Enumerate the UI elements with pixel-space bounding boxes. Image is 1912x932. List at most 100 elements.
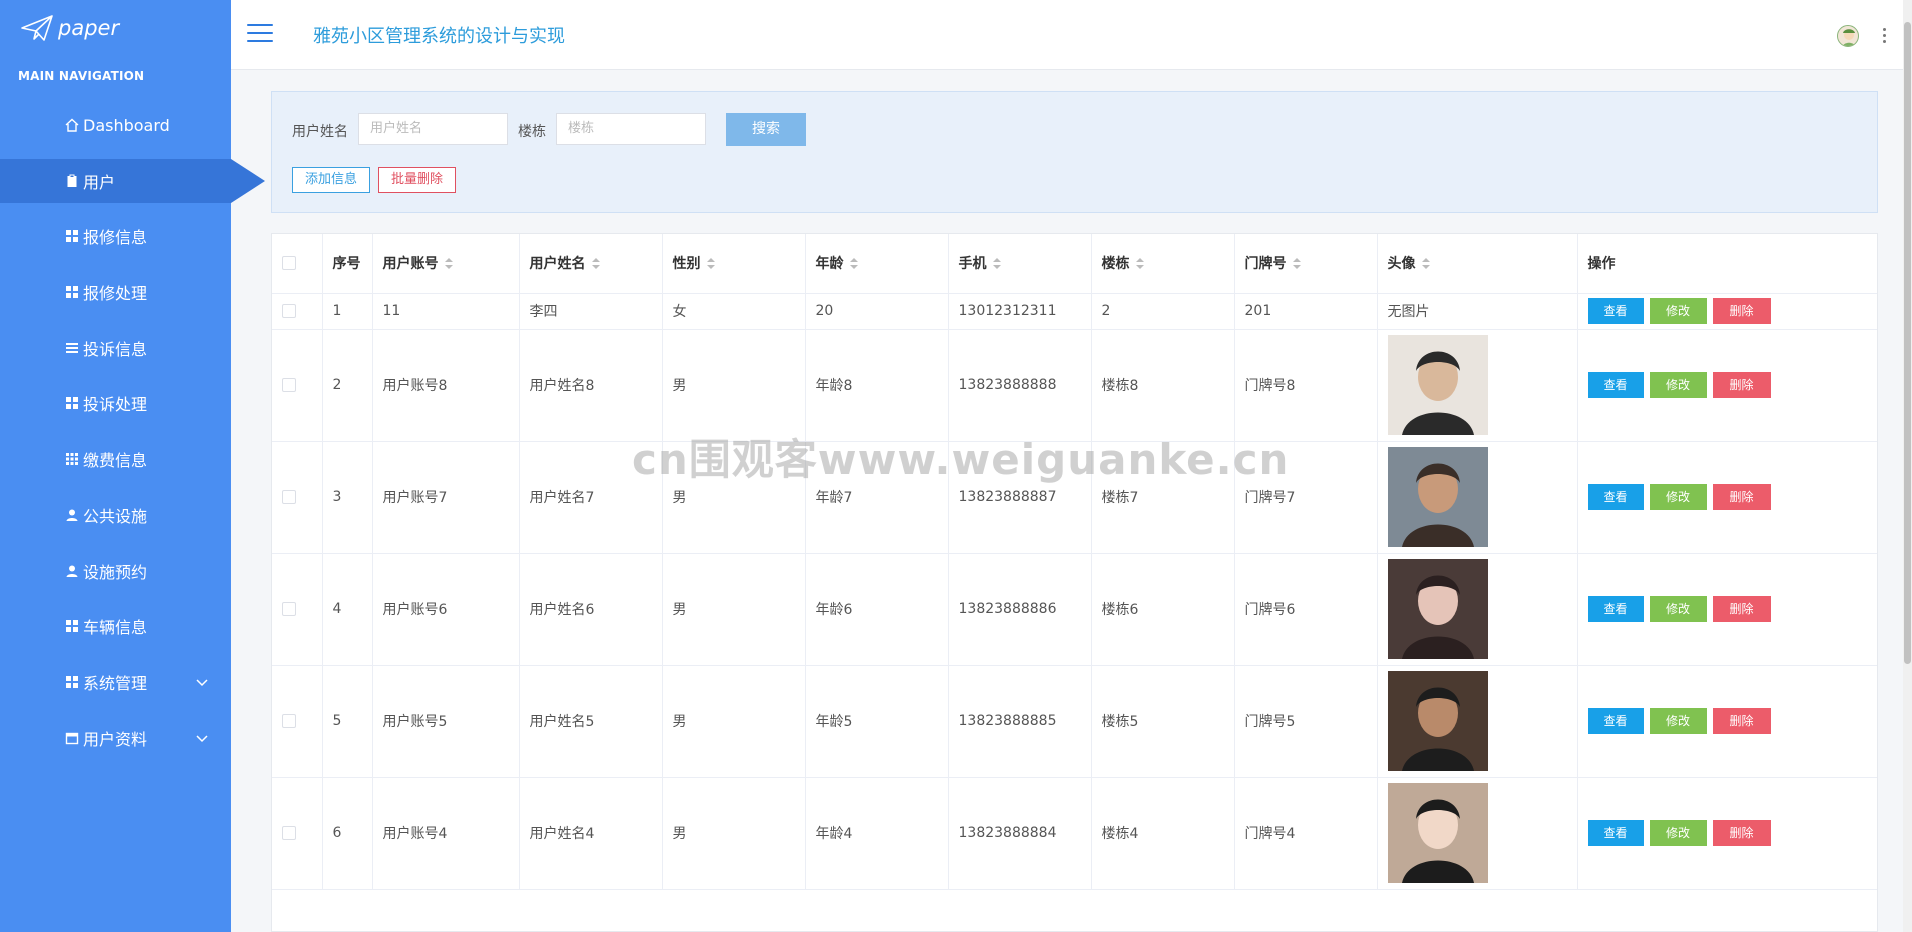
column-header: 序号 bbox=[322, 234, 373, 294]
edit-button[interactable]: 修改 bbox=[1649, 484, 1707, 510]
scrollbar-thumb[interactable] bbox=[1904, 22, 1911, 664]
view-button[interactable]: 查看 bbox=[1587, 820, 1644, 846]
avatar-photo[interactable] bbox=[1387, 447, 1488, 547]
calendar-icon bbox=[65, 731, 79, 745]
delete-button[interactable]: 删除 bbox=[1712, 372, 1771, 398]
edit-button[interactable]: 修改 bbox=[1649, 596, 1707, 622]
sidebar-item-repair-info[interactable]: 报修信息 bbox=[0, 214, 231, 258]
view-button[interactable]: 查看 bbox=[1587, 484, 1644, 510]
select-all-checkbox[interactable] bbox=[282, 256, 296, 271]
clipboard-icon bbox=[65, 174, 79, 188]
row-checkbox[interactable] bbox=[282, 602, 296, 616]
avatar-icon bbox=[1842, 29, 1856, 46]
table-cell: 用户账号7 bbox=[372, 441, 520, 554]
table-cell: 男 bbox=[662, 441, 806, 554]
sidebar-item-vehicles[interactable]: 车辆信息 bbox=[0, 604, 231, 648]
column-header[interactable]: 用户账号 bbox=[372, 234, 520, 294]
row-select-cell bbox=[272, 777, 323, 890]
grid-icon bbox=[65, 396, 79, 410]
actions-cell: 查看 修改 删除 bbox=[1577, 665, 1877, 778]
avatar-cell bbox=[1377, 777, 1578, 890]
column-header[interactable]: 用户姓名 bbox=[519, 234, 663, 294]
sort-icon[interactable] bbox=[992, 258, 1003, 270]
sidebar-item-repair-handle[interactable]: 报修处理 bbox=[0, 270, 231, 314]
sidebar-item-profile[interactable]: 用户资料 bbox=[0, 716, 231, 760]
search-button[interactable]: 搜索 bbox=[726, 113, 806, 146]
delete-button[interactable]: 删除 bbox=[1712, 820, 1771, 846]
batch-delete-button[interactable]: 批量删除 bbox=[378, 167, 456, 193]
nav-list: Dashboard 用户 报修信息 报修处理 投诉信息 投诉处理 缴费信息 公共… bbox=[0, 103, 265, 771]
avatar-photo[interactable] bbox=[1387, 335, 1488, 435]
list-icon bbox=[65, 341, 79, 355]
menu-toggle-icon[interactable] bbox=[247, 24, 273, 44]
row-checkbox[interactable] bbox=[282, 826, 296, 840]
sort-icon[interactable] bbox=[1292, 258, 1303, 270]
sort-icon[interactable] bbox=[591, 258, 602, 270]
table-cell: 男 bbox=[662, 329, 806, 442]
page-scrollbar[interactable] bbox=[1903, 0, 1912, 932]
home-icon bbox=[65, 118, 79, 132]
table-cell: 20 bbox=[805, 293, 949, 330]
sidebar-item-system[interactable]: 系统管理 bbox=[0, 660, 231, 704]
edit-button[interactable]: 修改 bbox=[1649, 708, 1707, 734]
table-cell: 楼栋5 bbox=[1091, 665, 1235, 778]
view-button[interactable]: 查看 bbox=[1587, 298, 1644, 324]
sidebar-item-facilities[interactable]: 公共设施 bbox=[0, 493, 231, 537]
delete-button[interactable]: 删除 bbox=[1712, 484, 1771, 510]
grid-icon bbox=[65, 452, 79, 466]
table-cell: 用户姓名4 bbox=[519, 777, 663, 890]
top-header: 雅苑小区管理系统的设计与实现 bbox=[231, 0, 1903, 70]
column-header[interactable]: 性别 bbox=[662, 234, 806, 294]
name-search-input[interactable]: 用户姓名 bbox=[358, 113, 508, 145]
sort-icon[interactable] bbox=[849, 258, 860, 270]
sidebar-item-complaint-handle[interactable]: 投诉处理 bbox=[0, 381, 231, 425]
sort-icon[interactable] bbox=[1135, 258, 1146, 270]
avatar-cell bbox=[1377, 553, 1578, 666]
table-cell: 楼栋6 bbox=[1091, 553, 1235, 666]
avatar-photo[interactable] bbox=[1387, 783, 1488, 883]
sort-icon[interactable] bbox=[706, 258, 717, 270]
actions-cell: 查看 修改 删除 bbox=[1577, 777, 1877, 890]
user-avatar[interactable] bbox=[1837, 25, 1859, 47]
table-cell: 2 bbox=[1091, 293, 1235, 330]
edit-button[interactable]: 修改 bbox=[1649, 372, 1707, 398]
delete-button[interactable]: 删除 bbox=[1712, 708, 1771, 734]
edit-button[interactable]: 修改 bbox=[1649, 298, 1707, 324]
row-checkbox[interactable] bbox=[282, 714, 296, 728]
sidebar-item-dashboard[interactable]: Dashboard bbox=[0, 103, 231, 147]
view-button[interactable]: 查看 bbox=[1587, 708, 1644, 734]
view-button[interactable]: 查看 bbox=[1587, 372, 1644, 398]
column-header[interactable]: 楼栋 bbox=[1091, 234, 1235, 294]
avatar-photo[interactable] bbox=[1387, 671, 1488, 771]
table-row: 2 用户账号8 用户姓名8 男年龄8 13823888888 楼栋8 门牌号8 查看 修改 … bbox=[272, 329, 1877, 442]
column-header[interactable]: 头像 bbox=[1377, 234, 1578, 294]
avatar-photo[interactable] bbox=[1387, 559, 1488, 659]
avatar-cell bbox=[1377, 441, 1578, 554]
sort-icon[interactable] bbox=[444, 258, 455, 270]
add-button[interactable]: 添加信息 bbox=[292, 167, 370, 193]
building-search-input[interactable]: 楼栋 bbox=[556, 113, 706, 145]
sidebar-item-users[interactable]: 用户 bbox=[0, 158, 265, 203]
edit-button[interactable]: 修改 bbox=[1649, 820, 1707, 846]
table-cell: 年龄5 bbox=[805, 665, 949, 778]
sidebar-item-payment[interactable]: 缴费信息 bbox=[0, 437, 231, 481]
delete-button[interactable]: 删除 bbox=[1712, 596, 1771, 622]
sidebar-item-reservation[interactable]: 设施预约 bbox=[0, 549, 231, 593]
column-header[interactable]: 年龄 bbox=[805, 234, 949, 294]
row-checkbox[interactable] bbox=[282, 378, 296, 392]
brand-logo[interactable]: paper bbox=[20, 14, 119, 42]
column-header[interactable]: 门牌号 bbox=[1234, 234, 1378, 294]
sidebar-item-label: 报修信息 bbox=[83, 228, 148, 248]
delete-button[interactable]: 删除 bbox=[1712, 298, 1771, 324]
more-menu-icon[interactable] bbox=[1883, 28, 1887, 44]
view-button[interactable]: 查看 bbox=[1587, 596, 1644, 622]
row-checkbox[interactable] bbox=[282, 304, 296, 318]
table-cell: 用户姓名8 bbox=[519, 329, 663, 442]
column-header[interactable]: 手机 bbox=[948, 234, 1092, 294]
row-checkbox[interactable] bbox=[282, 490, 296, 504]
table-header-row: 序号 用户账号 用户姓名 性别 年龄 手机 楼栋 门牌号 头像 操作 bbox=[272, 234, 1877, 294]
table-cell: 13823888886 bbox=[948, 553, 1092, 666]
sort-icon[interactable] bbox=[1421, 258, 1432, 270]
chevron-down-icon bbox=[196, 735, 208, 742]
sidebar-item-complaint-info[interactable]: 投诉信息 bbox=[0, 326, 231, 370]
